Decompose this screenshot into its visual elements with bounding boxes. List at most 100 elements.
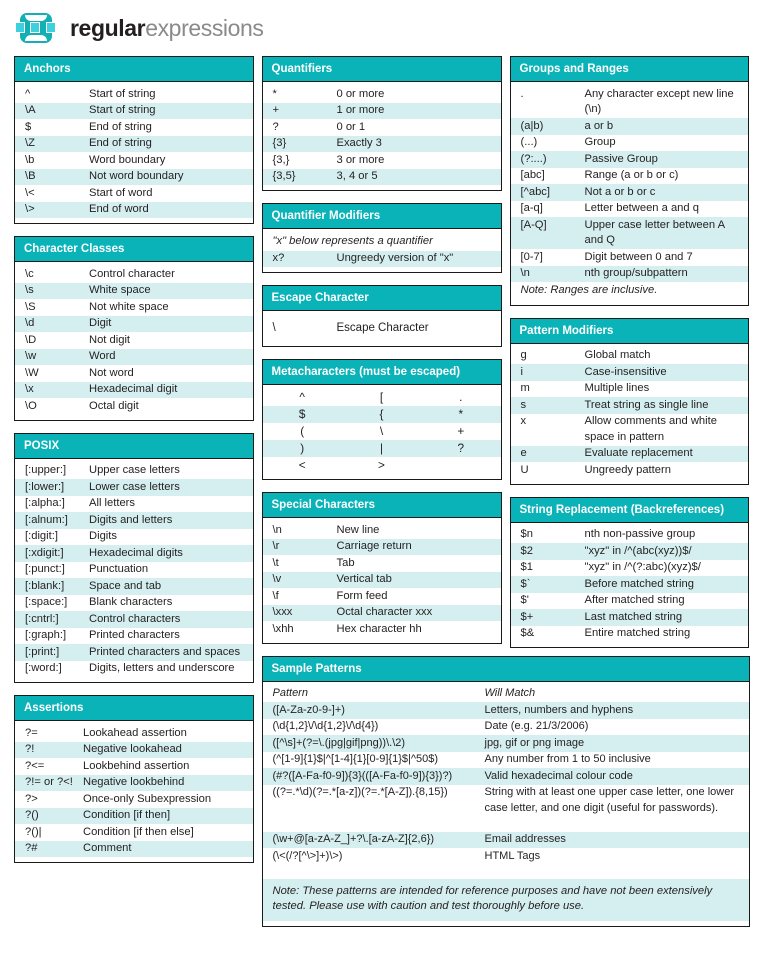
card-escape-character: Escape Character \ Escape Character [261, 285, 502, 347]
row-key: \W [25, 366, 39, 379]
table-row: ([^\s]+(?=\.(jpg|gif|png))\.\2) jpg, gif … [262, 735, 749, 752]
row-key: ?()| [25, 825, 42, 838]
row-key: [:word:] [25, 662, 62, 674]
table-row: ([A-Za-z0-9-]+) Letters, numbers and hyph… [262, 702, 749, 719]
row-key: \ [272, 322, 276, 334]
row-value: Blank characters [89, 596, 173, 608]
table-row: {3,5} 3, 4 or 5 [262, 168, 501, 185]
card-metacharacters: Metacharacters (must be escaped) ^ [. $ {*… [261, 359, 502, 480]
table-row: $` Before matched string [510, 576, 748, 593]
row-value: "xyz" in /^(abc(xyz))$/ [584, 544, 692, 557]
table-row: i Case-insensitive [510, 364, 748, 381]
row-value: Ungreedy version of "x" [336, 252, 454, 264]
card-title: Metacharacters (must be escaped) [262, 360, 501, 385]
card-string-replacement: String Replacement (Backreferences) $n nt… [509, 496, 749, 648]
table-row: {3} Exactly 3 [262, 135, 501, 152]
table-row: * 0 or more [263, 86, 501, 103]
row-value: Lower case letters [89, 480, 180, 493]
row-value: Printed characters and spaces [89, 645, 241, 658]
row-value: Digits and letters [89, 513, 173, 526]
row-key: [:digit:] [25, 530, 58, 542]
row-key: (?:...) [520, 152, 547, 165]
table-row: ?= Lookahead assertion [15, 725, 253, 742]
match-cell: Letters, numbers and hyphens [484, 703, 634, 716]
pattern-cell: (\<(/?[^\>]+)\>) [272, 849, 343, 862]
row-value: a or b [584, 119, 614, 132]
card-title: Special Characters [262, 493, 501, 518]
row-key: [:space:] [25, 596, 68, 608]
row-value: Start of word [89, 186, 153, 199]
table-row: [:cntrl:] Control characters [15, 611, 253, 628]
row-key: [^abc] [520, 185, 551, 198]
row-key: [:upper:] [25, 464, 67, 476]
row-key: [abc] [520, 169, 545, 181]
table-row: ? 0 or 1 [263, 119, 501, 136]
row-key: ^ [25, 87, 31, 100]
column-left: Anchors ^ Start of string \A Start of stri… [14, 56, 254, 863]
brand-word-expressions: expressions [145, 14, 264, 41]
quantifier-modifiers-note: "x" below represents a quantifier [272, 235, 433, 247]
card-body: g Global match i Case-insensitive m Multipl… [510, 344, 748, 484]
table-row: +1 or more [262, 102, 501, 119]
match-cell: Valid hexadecimal colour code [484, 769, 633, 782]
row-value: New line [336, 523, 380, 536]
row-value: Digits, letters and underscore [89, 662, 235, 674]
table-row: (\d{1,2}\/\d{1,2}\/\d{4}) Date (e.g. 21/3… [263, 719, 749, 736]
card-body: ?= Lookahead assertion ?! Negative lookahe… [15, 721, 253, 862]
pattern-cell: (#?([A-Fa-f0-9]){3}(([A-Fa-f0-9]){3})?) [272, 769, 453, 782]
card-anchors: Anchors ^ Start of string \A Start of stri… [14, 56, 254, 224]
row-key: \c [25, 267, 34, 280]
match-cell: Date (e.g. 21/3/2006) [484, 720, 589, 732]
row-key: [:print:] [25, 645, 60, 658]
card-pattern-modifiers: Pattern Modifiers g Global match i Case-in… [509, 317, 749, 485]
table-row: \Z End of string [15, 135, 253, 152]
column-right: Groups and Ranges . Any character except … [509, 56, 749, 648]
table-row: x? Ungreedy version of "x" [262, 250, 501, 267]
match-cell: Email addresses [484, 833, 566, 845]
row-key: \d [25, 317, 35, 329]
row-key: \b [25, 153, 35, 166]
meta-cell: > [378, 458, 385, 472]
row-value: End of word [89, 203, 149, 215]
row-value: Tab [336, 556, 355, 569]
row-key: \xxx [272, 606, 293, 618]
table-row: \d Digit [15, 315, 253, 332]
row-key: {3} [272, 137, 287, 149]
table-row: (#?([A-Fa-f0-9]){3}(([A-Fa-f0-9]){3})?) V… [262, 768, 749, 785]
row-key: [:alnum:] [25, 513, 68, 526]
meta-cell: < [298, 458, 306, 472]
row-key: ?!= or ?<! [25, 776, 73, 788]
card-quantifier-modifiers: Quantifier Modifiers "x" below represent… [261, 203, 502, 273]
table-row: \A Start of string [15, 102, 253, 119]
row-value: Upper case letter between A and Q [584, 218, 725, 247]
row-value: White space [89, 284, 151, 296]
card-special-characters: Special Characters \n New line \r Carriage… [261, 492, 502, 644]
table-row: \w Word [15, 348, 253, 365]
row-value: Not word boundary [89, 170, 184, 182]
row-value: nth non-passive group [584, 528, 696, 540]
table-row: \t Tab [263, 555, 501, 572]
meta-cell: . [459, 390, 463, 404]
row-key: {3,} [272, 153, 290, 166]
table-row: $n nth non-passive group [511, 527, 749, 544]
table-row: [:upper:] Upper case letters [15, 463, 253, 480]
card-title: String Replacement (Backreferences) [510, 497, 748, 523]
groups-and-ranges-note: Note: Ranges are inclusive. [520, 284, 658, 296]
card-title: Character Classes [15, 237, 253, 262]
table-row: \W Not word [15, 365, 253, 382]
table-row: (\ + [263, 423, 501, 440]
card-sample-patterns: Sample Patterns Pattern Will Match ([A-Z… [261, 655, 750, 927]
card-title: Groups and Ranges [510, 57, 748, 82]
row-value: After matched string [584, 594, 685, 606]
pattern-cell: (\d{1,2}\/\d{1,2}\/\d{4}) [272, 720, 379, 732]
row-key: (a|b) [520, 119, 544, 132]
row-value: Word [89, 350, 116, 362]
row-key: s [520, 398, 527, 411]
card-title: Anchors [15, 57, 253, 82]
table-row: ^ Start of string [15, 86, 253, 103]
row-key: \n [520, 267, 530, 279]
meta-cell: \ [379, 424, 384, 438]
table-row: (\<(/?[^\>]+)\>) HTML Tags [263, 848, 749, 865]
row-value: Not word [89, 366, 134, 379]
sample-patterns-header-row: Pattern Will Match [263, 686, 749, 703]
